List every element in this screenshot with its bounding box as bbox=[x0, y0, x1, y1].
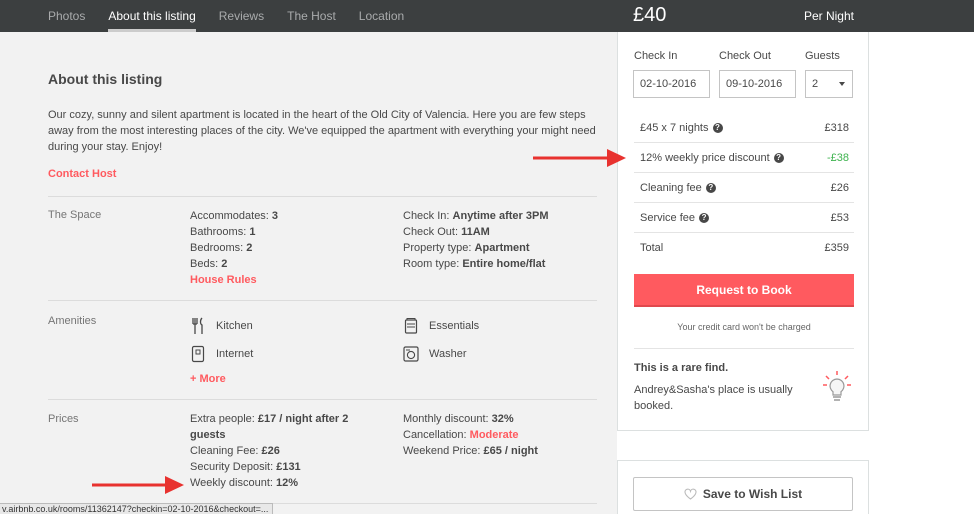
price-row-service-fee: Service fee? £53 bbox=[634, 203, 854, 233]
monthly-discount-row: Monthly discount: 32% bbox=[403, 413, 514, 425]
property-type-row: Property type: Apartment bbox=[403, 242, 530, 254]
price-row-cleaning-fee: Cleaning fee? £26 bbox=[634, 173, 854, 203]
bedrooms-row: Bedrooms: 2 bbox=[190, 242, 253, 254]
per-night-label: Per Night bbox=[803, 9, 854, 23]
beds-row: Beds: 2 bbox=[190, 258, 228, 270]
prices-details-left: Extra people: £17 / night after 2 guests… bbox=[190, 411, 370, 491]
lightbulb-icon bbox=[822, 370, 852, 409]
security-deposit-row: Security Deposit: £131 bbox=[190, 461, 301, 473]
save-to-wish-list-button[interactable]: Save to Wish List bbox=[633, 477, 853, 511]
amenities-section-label: Amenities bbox=[48, 315, 97, 327]
guests-field-label: Guests bbox=[805, 50, 840, 62]
browser-status-url: v.airbnb.co.uk/rooms/11362147?checkin=02… bbox=[0, 503, 274, 514]
kitchen-icon bbox=[190, 317, 206, 335]
cleaning-fee-row: Cleaning Fee: £26 bbox=[190, 445, 280, 457]
guests-select[interactable]: 2 bbox=[805, 70, 853, 98]
amenity-kitchen: Kitchen bbox=[190, 317, 253, 335]
about-listing-title: About this listing bbox=[48, 71, 163, 87]
tab-the-host[interactable]: The Host bbox=[287, 0, 336, 32]
rare-find-divider bbox=[634, 348, 854, 349]
prices-details-right: Monthly discount: 32% Cancellation: Mode… bbox=[403, 411, 538, 459]
price-header: £40 Per Night bbox=[617, 0, 869, 32]
tab-reviews[interactable]: Reviews bbox=[219, 0, 264, 32]
rare-find-text: Andrey&Sasha's place is usually booked. bbox=[634, 384, 793, 412]
checkin-date-input[interactable]: 02-10-2016 bbox=[633, 70, 710, 98]
amenity-washer: Washer bbox=[403, 345, 467, 363]
cancellation-policy-link[interactable]: Moderate bbox=[470, 429, 519, 441]
tab-about-this-listing[interactable]: About this listing bbox=[108, 0, 196, 32]
space-section-label: The Space bbox=[48, 209, 102, 221]
essentials-icon bbox=[403, 317, 419, 335]
heart-icon bbox=[684, 488, 697, 500]
checkout-row: Check Out: 11AM bbox=[403, 226, 490, 238]
wishlist-card: Save to Wish List bbox=[617, 460, 869, 514]
section-divider bbox=[48, 196, 597, 197]
help-icon[interactable]: ? bbox=[699, 213, 710, 223]
price-row-nights: £45 x 7 nights? £318 bbox=[634, 113, 854, 143]
room-type-row: Room type: Entire home/flat bbox=[403, 258, 546, 270]
no-charge-note: Your credit card won't be charged bbox=[677, 322, 811, 332]
prices-section-label: Prices bbox=[48, 413, 79, 425]
space-details-right: Check In: Anytime after 3PM Check Out: 1… bbox=[403, 208, 549, 272]
help-icon[interactable]: ? bbox=[773, 153, 784, 163]
chevron-down-icon bbox=[839, 82, 845, 86]
tab-photos[interactable]: Photos bbox=[48, 0, 85, 32]
checkin-field-label: Check In bbox=[634, 50, 678, 62]
weekly-discount-row: Weekly discount: 12% bbox=[190, 477, 299, 489]
rare-find-title: This is a rare find. bbox=[634, 362, 729, 374]
help-icon[interactable]: ? bbox=[712, 123, 723, 133]
internet-icon bbox=[190, 345, 206, 363]
checkout-field-label: Check Out bbox=[719, 50, 771, 62]
checkout-date-input[interactable]: 09-10-2016 bbox=[719, 70, 796, 98]
tab-location[interactable]: Location bbox=[359, 0, 404, 32]
cancellation-row: Cancellation: Moderate bbox=[403, 429, 519, 441]
section-divider bbox=[48, 300, 597, 301]
listing-description: Our cozy, sunny and silent apartment is … bbox=[48, 109, 596, 153]
bathrooms-row: Bathrooms: 1 bbox=[190, 226, 256, 238]
annotation-arrow bbox=[533, 149, 626, 167]
checkin-row: Check In: Anytime after 3PM bbox=[403, 210, 549, 222]
listing-nav-tabs: Photos About this listing Reviews The Ho… bbox=[48, 0, 427, 32]
washer-icon bbox=[403, 345, 419, 363]
weekend-price-row: Weekend Price: £65 / night bbox=[403, 445, 538, 457]
price-row-weekly-discount: 12% weekly price discount? -£38 bbox=[634, 143, 854, 173]
amenity-internet: Internet bbox=[190, 345, 253, 363]
request-to-book-button[interactable]: Request to Book bbox=[634, 274, 854, 307]
annotation-arrow bbox=[92, 476, 184, 494]
space-details-left: Accommodates: 3 Bathrooms: 1 Bedrooms: 2… bbox=[190, 208, 278, 288]
house-rules-link[interactable]: House Rules bbox=[190, 272, 278, 288]
section-divider bbox=[48, 399, 597, 400]
accommodates-row: Accommodates: 3 bbox=[190, 210, 279, 222]
price-row-total: Total £359 bbox=[640, 242, 849, 254]
nightly-price: £40 bbox=[633, 4, 667, 26]
contact-host-link[interactable]: Contact Host bbox=[48, 168, 116, 180]
amenity-essentials: Essentials bbox=[403, 317, 479, 335]
extra-people-row: Extra people: £17 / night after 2 guests bbox=[190, 413, 349, 441]
help-icon[interactable]: ? bbox=[705, 183, 716, 193]
more-amenities-link[interactable]: + More bbox=[190, 371, 226, 387]
